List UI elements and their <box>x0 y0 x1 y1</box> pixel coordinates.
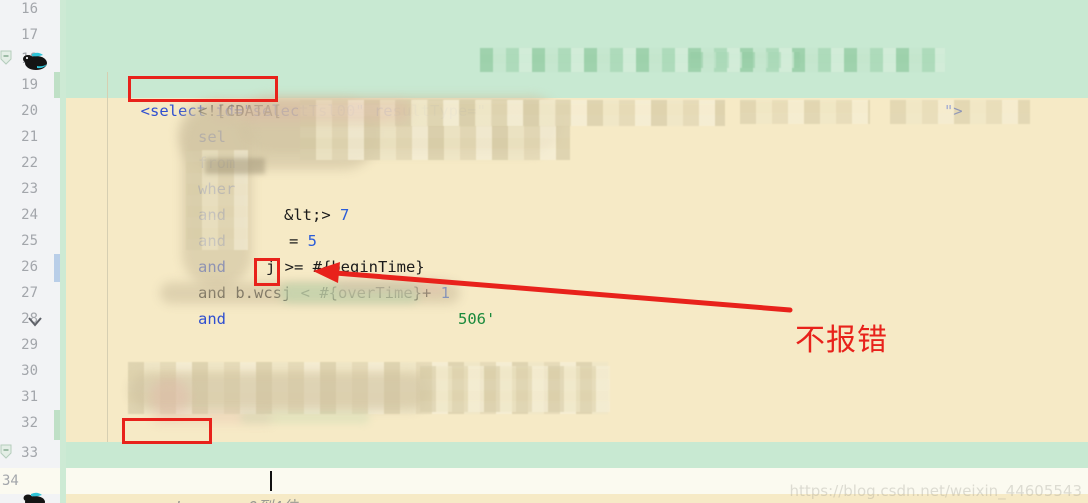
code-line-27[interactable]: and 506' <box>66 280 1088 328</box>
code-content[interactable]: <select id="selectTsl00" resultType=" "> … <box>66 0 1088 503</box>
line-number-22: 22 <box>21 155 38 171</box>
fold-collapse-icon-line33[interactable] <box>0 444 12 459</box>
code-line-18[interactable]: <select id="selectTsl00" resultType=" "> <box>66 46 1088 120</box>
code-line-32[interactable]: ]]> <box>66 416 1088 464</box>
xml-comment-text: <!-- 0到4位--> <box>122 498 326 503</box>
bookmark-bird-icon-bottom[interactable] <box>22 490 48 503</box>
gutter-edge-strip <box>60 0 66 503</box>
code-line-30[interactable] <box>66 358 1088 384</box>
code-line-25[interactable]: and j >= #{beginTime} <box>66 228 1088 276</box>
line-number-31: 31 <box>21 389 38 405</box>
line-number-gutter[interactable]: 16 17 18 19 20 21 22 23 24 25 26 27 28 2… <box>0 0 66 503</box>
code-line-21[interactable]: from <box>66 124 1088 172</box>
line-number-27: 27 <box>21 285 38 301</box>
line-number-19: 19 <box>21 77 38 93</box>
line-number-21: 21 <box>21 129 38 145</box>
line-number-17: 17 <box>21 27 38 43</box>
code-line-22[interactable]: wher <box>66 150 1088 198</box>
line-number-23: 23 <box>21 181 38 197</box>
text-caret <box>270 471 272 491</box>
code-line-19[interactable]: <![CDATA[ <box>66 72 1088 120</box>
indent-guide <box>107 72 108 442</box>
annotation-note-text: 不报错 <box>795 323 888 358</box>
code-line-16[interactable] <box>66 0 1088 26</box>
line-number-20: 20 <box>21 103 38 119</box>
code-line-24[interactable]: and = 5 <box>66 202 1088 250</box>
fold-collapse-icon-line18[interactable] <box>0 50 12 65</box>
code-line-20[interactable]: sel <box>66 98 1088 146</box>
line-number-24: 24 <box>21 207 38 223</box>
line-number-30: 30 <box>21 363 38 379</box>
line-number-16: 16 <box>21 1 38 17</box>
code-editor[interactable]: <select id="selectTsl00" resultType=" "> … <box>0 0 1088 503</box>
line-number-32: 32 <box>21 415 38 431</box>
line-number-26: 26 <box>21 259 38 275</box>
bookmark-bird-icon[interactable] <box>22 50 50 72</box>
code-line-23[interactable]: and &lt;> 7 <box>66 176 1088 224</box>
chevron-down-icon[interactable] <box>24 310 46 332</box>
code-line-29[interactable] <box>66 332 1088 358</box>
line-number-25: 25 <box>21 233 38 249</box>
code-line-31[interactable] <box>66 384 1088 410</box>
code-line-26[interactable]: and b.wcsj < #{overTime}+ 1 <box>66 254 1088 302</box>
csdn-watermark: https://blog.csdn.net/weixin_44605543 <box>789 482 1082 500</box>
code-line-33[interactable]: </select> <box>66 442 1088 490</box>
line-number-29: 29 <box>21 337 38 353</box>
code-line-28[interactable] <box>66 306 1088 332</box>
